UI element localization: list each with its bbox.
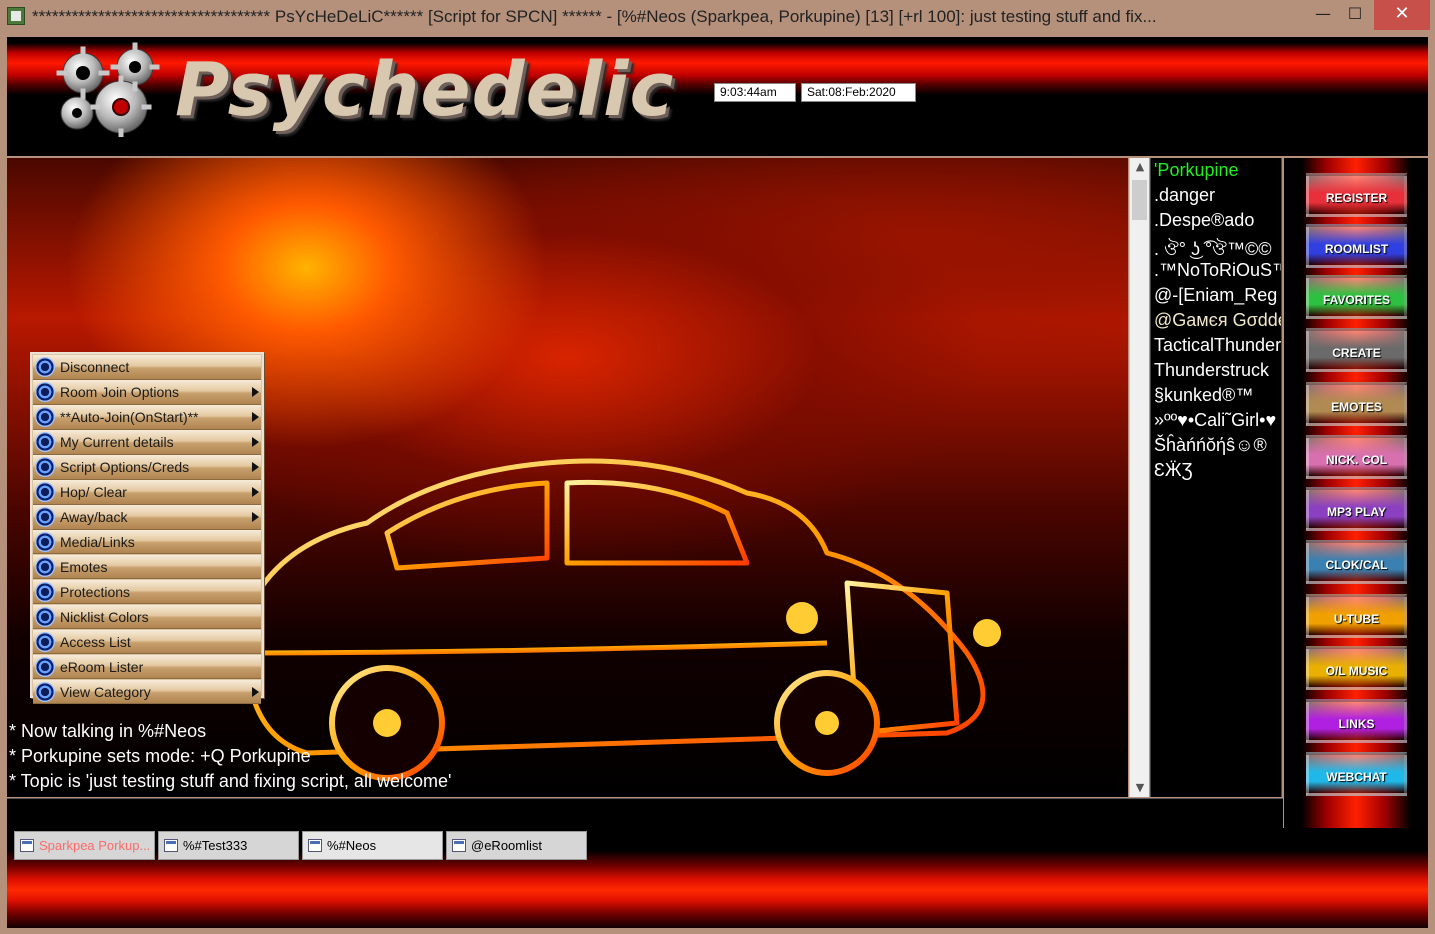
- chat-message: * Now talking in %#Neos: [9, 721, 207, 741]
- menu-item-hop-clear[interactable]: Hop/ Clear: [33, 479, 261, 505]
- online-music-button[interactable]: O/L MUSIC: [1306, 646, 1407, 690]
- script-button-panel: REGISTER ROOMLIST FAVORITES CREATE EMOTE…: [1284, 158, 1428, 828]
- window-tab-neos[interactable]: %#Neos: [302, 831, 443, 860]
- bullet-icon: [35, 531, 55, 552]
- nick-item[interactable]: .Despe®ado: [1154, 210, 1254, 231]
- status-window-icon: [20, 839, 34, 852]
- nick-color-button[interactable]: NICK. COL: [1306, 435, 1407, 479]
- chat-message: * Porkupine sets mode: +Q Porkupine: [9, 746, 311, 766]
- menu-item-emotes[interactable]: Emotes: [33, 554, 261, 580]
- mp3-play-button[interactable]: MP3 PLAY: [1306, 487, 1407, 531]
- bullet-icon: [35, 456, 55, 477]
- submenu-arrow-icon: [252, 411, 259, 422]
- nick-item[interactable]: .danger: [1154, 185, 1215, 206]
- menu-item-disconnect[interactable]: Disconnect: [33, 355, 261, 380]
- channel-window-icon: [308, 839, 322, 852]
- clock-calendar-button[interactable]: CLOK/CAL: [1306, 540, 1407, 584]
- flaming-car-image: [243, 458, 1001, 781]
- chat-input[interactable]: [7, 798, 1283, 828]
- emotes-button[interactable]: EMOTES: [1306, 382, 1407, 426]
- logo-text: Psychedelic: [175, 47, 675, 133]
- nick-item[interactable]: ƐӜƷ: [1154, 460, 1193, 481]
- gears-logo-icon: [56, 42, 160, 137]
- nick-item[interactable]: Thunderstruck: [1154, 360, 1269, 381]
- menu-item-eroom-lister[interactable]: eRoom Lister: [33, 654, 261, 680]
- youtube-button[interactable]: U-TUBE: [1306, 594, 1407, 638]
- submenu-arrow-icon: [252, 511, 259, 522]
- menu-item-protections[interactable]: Protections: [33, 579, 261, 605]
- minimize-button[interactable]: —: [1310, 0, 1336, 30]
- menu-item-away-back[interactable]: Away/back: [33, 504, 261, 530]
- channel-window-icon: [164, 839, 178, 852]
- nick-item[interactable]: @Gамєя Gσddє: [1154, 310, 1281, 331]
- bullet-icon: [35, 606, 55, 627]
- submenu-arrow-icon: [252, 461, 259, 472]
- nick-item[interactable]: »ºº♥•Cali˜Girl•♥: [1154, 410, 1276, 431]
- roomlist-button[interactable]: ROOMLIST: [1306, 224, 1407, 268]
- bullet-icon: [35, 431, 55, 452]
- header-banner: Psychedelic 9:03:44am Sat:08:Feb:2020: [7, 37, 1428, 156]
- nick-item[interactable]: @-[Eniam_Reg: [1154, 285, 1277, 306]
- window-tab-eroomlist[interactable]: @eRoomlist: [446, 831, 587, 860]
- app-icon[interactable]: [7, 7, 25, 25]
- scroll-thumb[interactable]: [1132, 180, 1147, 220]
- nicklist[interactable]: 'Porkupine .danger .Despe®ado . ঔ° ͜ʖ ͡°…: [1150, 158, 1282, 797]
- bullet-icon: [35, 556, 55, 577]
- chat-message: * Topic is 'just testing stuff and fixin…: [9, 771, 452, 791]
- close-button[interactable]: ✕: [1374, 0, 1430, 30]
- nick-item[interactable]: .™NoToRiOuS™: [1154, 260, 1281, 281]
- register-button[interactable]: REGISTER: [1306, 173, 1407, 217]
- window-tab-test333[interactable]: %#Test333: [158, 831, 299, 860]
- bullet-icon: [35, 506, 55, 527]
- menu-item-script-options[interactable]: Script Options/Creds: [33, 454, 261, 480]
- menu-item-auto-join[interactable]: **Auto-Join(OnStart)**: [33, 404, 261, 430]
- bullet-icon: [35, 381, 55, 402]
- submenu-arrow-icon: [252, 486, 259, 497]
- popup-menu: Disconnect Room Join Options **Auto-Join…: [30, 352, 264, 705]
- window-title: ************************************ PsY…: [32, 7, 1157, 26]
- menu-item-view-category[interactable]: View Category: [33, 679, 261, 705]
- bullet-icon: [35, 357, 55, 377]
- submenu-arrow-icon: [252, 436, 259, 447]
- webchat-button[interactable]: WEBCHAT: [1306, 752, 1407, 796]
- nick-item[interactable]: §kunked®™: [1154, 385, 1253, 406]
- bullet-icon: [35, 481, 55, 502]
- menu-item-current-details[interactable]: My Current details: [33, 429, 261, 455]
- favorites-button[interactable]: FAVORITES: [1306, 275, 1407, 319]
- nick-item[interactable]: TacticalThunder: [1154, 335, 1281, 356]
- nick-item[interactable]: 'Porkupine: [1154, 160, 1239, 181]
- scroll-up-icon[interactable]: ▲: [1130, 158, 1150, 176]
- menu-item-nicklist-colors[interactable]: Nicklist Colors: [33, 604, 261, 630]
- submenu-arrow-icon: [252, 686, 259, 697]
- bullet-icon: [35, 581, 55, 602]
- menu-item-room-join-options[interactable]: Room Join Options: [33, 379, 261, 405]
- links-button[interactable]: LINKS: [1306, 699, 1407, 743]
- bullet-icon: [35, 656, 55, 677]
- clock-date: Sat:08:Feb:2020: [801, 83, 916, 102]
- scroll-down-icon[interactable]: ▼: [1130, 779, 1150, 797]
- bullet-icon: [35, 406, 55, 427]
- window-tab-status[interactable]: Sparkpea Porkup...: [14, 831, 155, 860]
- nick-item[interactable]: Šĥàńńŏήŝ☺®: [1154, 435, 1267, 456]
- bullet-icon: [35, 681, 55, 702]
- bullet-icon: [35, 631, 55, 652]
- menu-item-media-links[interactable]: Media/Links: [33, 529, 261, 555]
- window-title-bar[interactable]: ************************************ PsY…: [0, 0, 1435, 34]
- create-button[interactable]: CREATE: [1306, 328, 1407, 372]
- maximize-button[interactable]: ☐: [1340, 0, 1370, 30]
- list-window-icon: [452, 839, 466, 852]
- submenu-arrow-icon: [252, 386, 259, 397]
- clock-time: 9:03:44am: [714, 83, 796, 102]
- menu-item-access-list[interactable]: Access List: [33, 629, 261, 655]
- chat-scrollbar[interactable]: ▲ ▼: [1129, 158, 1149, 797]
